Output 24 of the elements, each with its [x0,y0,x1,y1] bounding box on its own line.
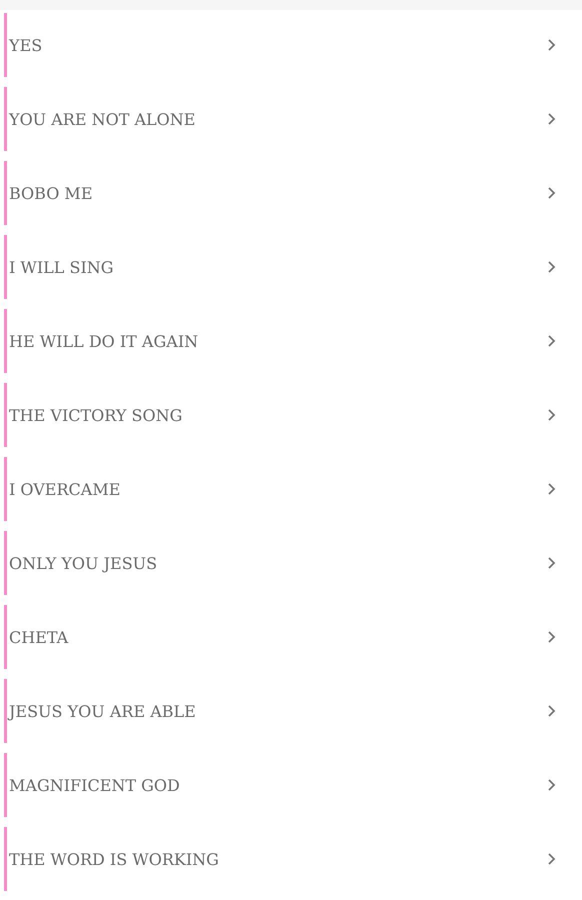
song-item[interactable]: THE VICTORY SONG [4,383,582,447]
song-item[interactable]: MAGNIFICENT GOD [4,753,582,817]
song-item[interactable]: CHETA [4,605,582,669]
song-item[interactable]: THE WORD IS WORKING [4,827,582,891]
chevron-right-icon [547,778,556,792]
chevron-right-icon [547,852,556,866]
song-item[interactable]: BOBO ME [4,161,582,225]
chevron-right-icon [547,186,556,200]
song-item[interactable]: ONLY YOU JESUS [4,531,582,595]
chevron-right-icon [547,704,556,718]
chevron-right-icon [547,630,556,644]
song-item[interactable]: I OVERCAME [4,457,582,521]
chevron-right-icon [547,334,556,348]
song-item[interactable]: JESUS YOU ARE ABLE [4,679,582,743]
chevron-right-icon [547,408,556,422]
chevron-right-icon [547,482,556,496]
chevron-right-icon [547,260,556,274]
song-item[interactable]: YOU ARE NOT ALONE [4,87,582,151]
chevron-right-icon [547,38,556,52]
song-item[interactable]: YES [4,13,582,77]
chevron-right-icon [547,112,556,126]
song-item[interactable]: HE WILL DO IT AGAIN [4,309,582,373]
chevron-right-icon [547,556,556,570]
song-item[interactable]: I WILL SING [4,235,582,299]
